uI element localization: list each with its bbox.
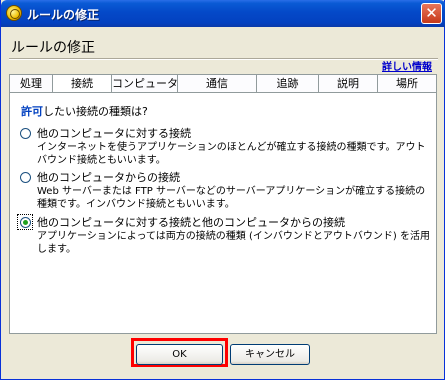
connections-panel: 許可したい接続の種類は? 他のコンピュータに対する接続 インターネットを使うアプ…	[9, 92, 437, 334]
cancel-button[interactable]: キャンセル	[230, 344, 310, 365]
focus-indicator	[17, 214, 33, 230]
more-info-link[interactable]: 詳しい情報	[382, 58, 432, 73]
option-label-outbound: 他のコンピュータに対する接続	[37, 127, 191, 140]
dialog-window: ルールの修正 ✕ ルールの修正 詳しい情報 処理 接続 コンピュータ 通信 追跡…	[0, 0, 445, 380]
tab-connections[interactable]: 接続	[52, 74, 111, 93]
window-title: ルールの修正	[27, 8, 100, 22]
tab-locations[interactable]: 場所	[377, 74, 437, 93]
option-label-inbound: 他のコンピュータからの接続	[37, 171, 180, 184]
radio-option-outbound[interactable]: 他のコンピュータに対する接続 インターネットを使うアプリケーションのほとんどが確…	[20, 127, 426, 167]
tab-computers[interactable]: コンピュータ	[111, 74, 178, 93]
option-desc-both: アプリケーションによっては両方の接続の種類 (インバウンドとアウトバウンド) を…	[37, 231, 430, 255]
question-highlight: 許可	[21, 105, 43, 118]
option-desc-inbound: Web サーバーまたは FTP サーバーなどのサーバーアプリケーションが確立する…	[37, 186, 426, 210]
connection-type-question: 許可したい接続の種類は?	[21, 103, 148, 119]
tab-communications[interactable]: 通信	[177, 74, 256, 93]
question-text: したい接続の種類は?	[43, 105, 148, 118]
title-bar[interactable]: ルールの修正 ✕	[1, 0, 445, 27]
tab-strip: 処理 接続 コンピュータ 通信 追跡 説明 場所	[9, 74, 437, 93]
header-divider	[9, 58, 438, 60]
page-title: ルールの修正	[11, 40, 95, 56]
option-label-both: 他のコンピュータに対する接続と他のコンピュータからの接続	[37, 216, 345, 229]
radio-button-inbound[interactable]	[20, 172, 31, 183]
option-desc-outbound: インターネットを使うアプリケーションのほとんどが確立する接続の種類です。アウトバ…	[37, 142, 426, 166]
close-button[interactable]: ✕	[421, 3, 442, 24]
tab-tracking[interactable]: 追跡	[256, 74, 318, 93]
radio-option-both[interactable]: 他のコンピュータに対する接続と他のコンピュータからの接続 アプリケーションによっ…	[17, 214, 430, 255]
ok-button[interactable]: OK	[136, 344, 223, 365]
radio-option-inbound[interactable]: 他のコンピュータからの接続 Web サーバーまたは FTP サーバーなどのサーバ…	[20, 171, 425, 211]
tab-action[interactable]: 処理	[9, 74, 52, 93]
norton-app-icon	[6, 5, 22, 21]
tab-description[interactable]: 説明	[318, 74, 377, 93]
radio-button-outbound[interactable]	[20, 128, 31, 139]
